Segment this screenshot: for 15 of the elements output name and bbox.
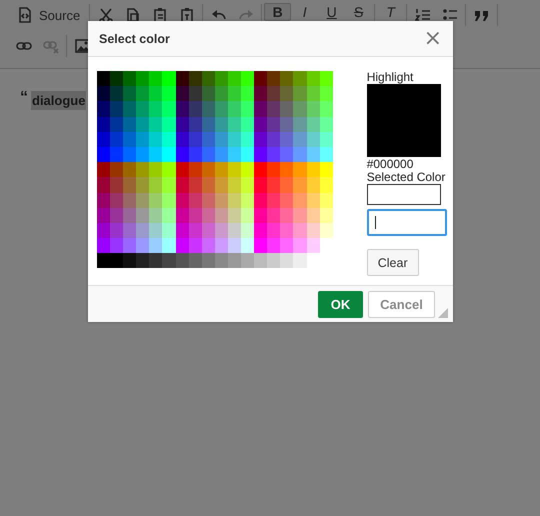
ok-button[interactable]: OK	[318, 290, 363, 318]
clear-button[interactable]: Clear	[366, 249, 419, 276]
selected-color-label: Selected Color	[366, 171, 446, 184]
highlighted-text: dialogue	[31, 91, 86, 110]
format-button[interactable]: I	[291, 3, 318, 21]
format-button[interactable]: B	[264, 3, 292, 21]
dialog-title: Select color	[99, 32, 170, 46]
format-button[interactable]: U	[318, 3, 346, 21]
highlight-label: Highlight	[366, 71, 414, 84]
source-button[interactable]: Source	[10, 2, 88, 28]
close-button[interactable]: ×	[424, 28, 442, 48]
highlight-value: #000000	[366, 158, 414, 171]
format-button[interactable]: S	[345, 3, 372, 21]
format-button[interactable]: T	[377, 3, 404, 21]
quote-mark: “	[20, 91, 28, 105]
